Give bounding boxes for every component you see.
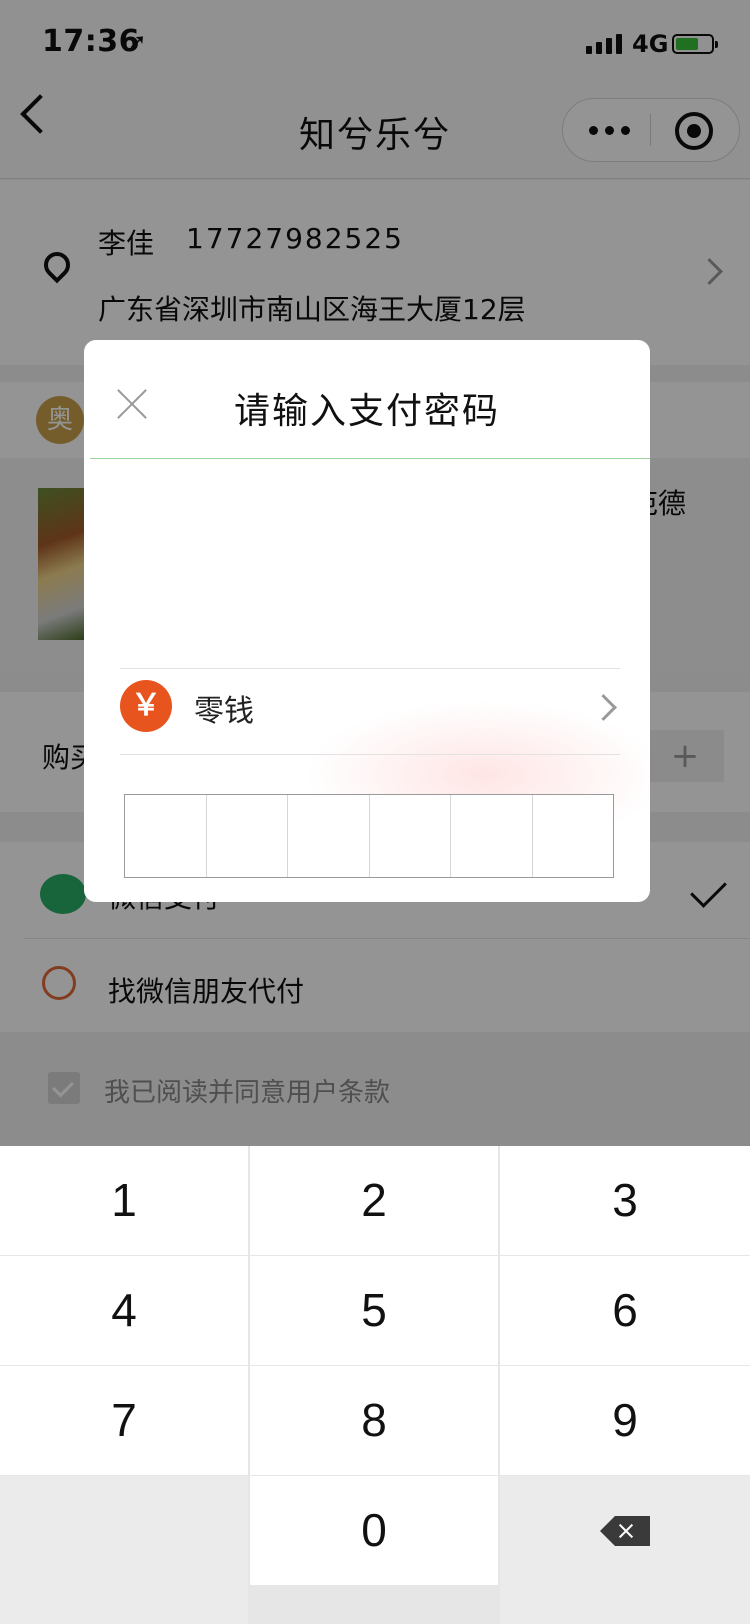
- numeric-keypad: 1 2 3 4 5 6 7 8 9 0: [0, 1146, 750, 1624]
- key-3[interactable]: 3: [500, 1146, 750, 1255]
- payment-method-label[interactable]: 零钱: [194, 686, 254, 730]
- payment-password-dialog: 请输入支付密码 ￥ 零钱: [84, 340, 650, 902]
- backspace-icon: [600, 1516, 650, 1546]
- key-7[interactable]: 7: [0, 1366, 248, 1475]
- key-5[interactable]: 5: [250, 1256, 498, 1365]
- password-digit-cell: [287, 795, 369, 877]
- key-4[interactable]: 4: [0, 1256, 248, 1365]
- key-6[interactable]: 6: [500, 1256, 750, 1365]
- divider: [120, 754, 620, 755]
- key-9[interactable]: 9: [500, 1366, 750, 1475]
- key-0[interactable]: 0: [250, 1476, 498, 1585]
- key-8[interactable]: 8: [250, 1366, 498, 1475]
- key-2[interactable]: 2: [250, 1146, 498, 1255]
- password-digit-cell: [368, 795, 451, 877]
- key-1[interactable]: 1: [0, 1146, 248, 1255]
- amount-area: [214, 476, 520, 642]
- password-digit-cell: [450, 795, 532, 877]
- divider: [120, 668, 620, 669]
- dialog-divider: [90, 458, 650, 459]
- password-digit-cell: [531, 795, 614, 877]
- key-empty: [0, 1476, 248, 1624]
- password-digit-cell: [205, 795, 288, 877]
- password-digit-cell: [125, 795, 206, 877]
- key-delete[interactable]: [500, 1476, 750, 1624]
- dialog-title: 请输入支付密码: [233, 391, 500, 432]
- yen-icon: ￥: [120, 680, 172, 732]
- password-input[interactable]: [124, 794, 614, 878]
